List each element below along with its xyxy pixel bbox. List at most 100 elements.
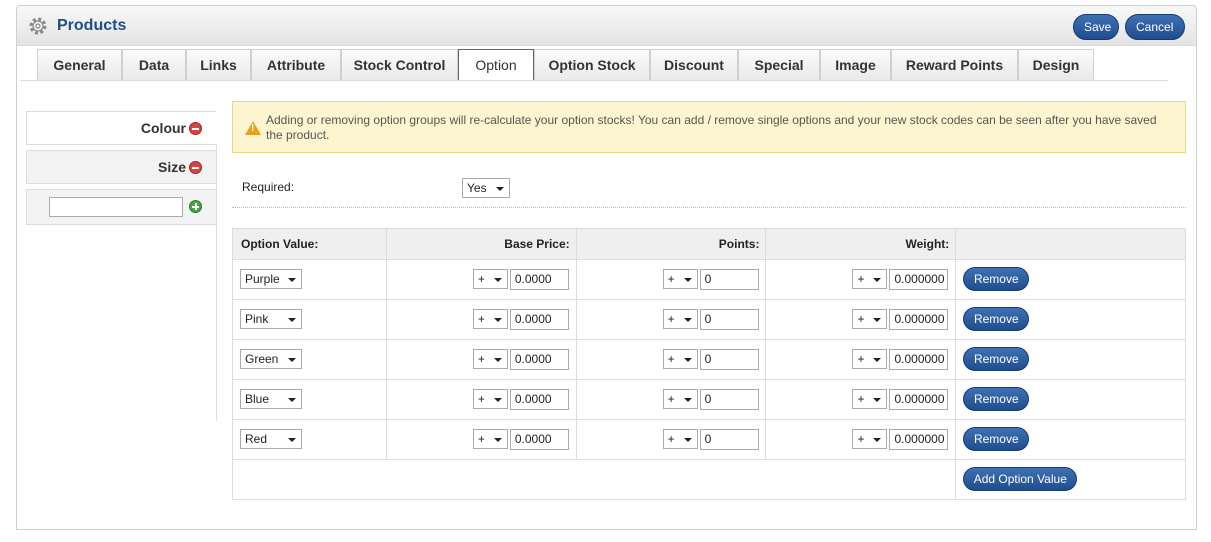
tab-discount[interactable]: Discount bbox=[650, 49, 738, 80]
points-input[interactable]: 0 bbox=[699, 429, 759, 450]
weight-input[interactable]: 0.000000 bbox=[889, 429, 949, 450]
tab-image[interactable]: Image bbox=[820, 49, 891, 80]
price-input[interactable]: 0.0000 bbox=[509, 349, 569, 370]
weight-prefix-text: + bbox=[857, 352, 865, 366]
table-row: Blue +0.0000 +0 +0.000000 Remove bbox=[232, 379, 1186, 420]
tab-general[interactable]: General bbox=[37, 49, 122, 80]
weight-input[interactable]: 0.000000 bbox=[889, 389, 949, 410]
remove-button[interactable]: Remove bbox=[963, 267, 1030, 291]
required-select-value: Yes bbox=[467, 181, 487, 195]
price-input[interactable]: 0.0000 bbox=[509, 429, 569, 450]
panel-header: Products Save Cancel bbox=[17, 6, 1196, 46]
weight-prefix-text: + bbox=[857, 312, 865, 326]
header-option-value: Option Value: bbox=[232, 228, 387, 260]
table-row: Pink +0.0000 +0 +0.000000 Remove bbox=[232, 299, 1186, 340]
price-prefix-text: + bbox=[477, 432, 485, 446]
points-input[interactable]: 0 bbox=[699, 269, 759, 290]
tab-special[interactable]: Special bbox=[738, 49, 820, 80]
weight-prefix-select[interactable]: + bbox=[852, 429, 888, 449]
option-value-select[interactable]: Red bbox=[240, 429, 302, 449]
weight-input[interactable]: 0.000000 bbox=[889, 269, 949, 290]
price-input[interactable]: 0.0000 bbox=[509, 269, 569, 290]
required-select[interactable]: Yes bbox=[462, 178, 510, 198]
remove-button[interactable]: Remove bbox=[963, 387, 1030, 411]
weight-input[interactable]: 0.000000 bbox=[889, 349, 949, 370]
weight-prefix-select[interactable]: + bbox=[852, 269, 888, 289]
option-value-select[interactable]: Purple bbox=[240, 269, 302, 289]
new-option-group-input[interactable] bbox=[49, 197, 183, 217]
points-prefix-text: + bbox=[667, 312, 675, 326]
option-value-select[interactable]: Blue bbox=[240, 389, 302, 409]
price-prefix-text: + bbox=[477, 352, 485, 366]
add-option-value-button[interactable]: Add Option Value bbox=[963, 467, 1078, 491]
points-prefix-select[interactable]: + bbox=[662, 269, 698, 289]
remove-icon[interactable] bbox=[189, 161, 202, 174]
table-row: Green +0.0000 +0 +0.000000 Remove bbox=[232, 339, 1186, 380]
points-prefix-select[interactable]: + bbox=[662, 389, 698, 409]
tab-reward-points[interactable]: Reward Points bbox=[891, 49, 1018, 80]
weight-prefix-select[interactable]: + bbox=[852, 309, 888, 329]
price-prefix-text: + bbox=[477, 312, 485, 326]
gear-icon bbox=[29, 17, 47, 35]
option-group-colour[interactable]: Colour bbox=[26, 111, 217, 145]
remove-button[interactable]: Remove bbox=[963, 347, 1030, 371]
weight-prefix-select[interactable]: + bbox=[852, 389, 888, 409]
option-group-size[interactable]: Size bbox=[26, 150, 217, 184]
points-prefix-select[interactable]: + bbox=[662, 429, 698, 449]
option-value-select[interactable]: Green bbox=[240, 349, 302, 369]
add-icon[interactable] bbox=[189, 200, 202, 213]
chevron-down-icon bbox=[683, 398, 692, 402]
chevron-down-icon bbox=[288, 358, 296, 362]
tab-option[interactable]: Option bbox=[458, 49, 534, 81]
weight-input[interactable]: 0.000000 bbox=[889, 309, 949, 330]
option-value-text: Purple bbox=[245, 272, 280, 286]
warning-icon: ! bbox=[245, 121, 261, 135]
cancel-button[interactable]: Cancel bbox=[1125, 14, 1185, 40]
remove-icon[interactable] bbox=[189, 122, 202, 135]
price-prefix-select[interactable]: + bbox=[472, 389, 508, 409]
required-label: Required: bbox=[242, 180, 295, 194]
chevron-down-icon bbox=[873, 278, 882, 282]
price-input[interactable]: 0.0000 bbox=[509, 389, 569, 410]
weight-prefix-text: + bbox=[857, 272, 865, 286]
chevron-down-icon bbox=[683, 358, 692, 362]
tab-divider bbox=[20, 80, 1168, 81]
tab-option-stock[interactable]: Option Stock bbox=[534, 49, 650, 80]
remove-button[interactable]: Remove bbox=[963, 307, 1030, 331]
points-prefix-select[interactable]: + bbox=[662, 309, 698, 329]
price-input[interactable]: 0.0000 bbox=[509, 309, 569, 330]
chevron-down-icon bbox=[683, 438, 692, 442]
tab-stock-control[interactable]: Stock Control bbox=[341, 49, 458, 80]
chevron-down-icon bbox=[288, 278, 296, 282]
tab-links[interactable]: Links bbox=[186, 49, 251, 80]
tab-data[interactable]: Data bbox=[122, 49, 186, 80]
points-input[interactable]: 0 bbox=[699, 389, 759, 410]
option-group-label: Colour bbox=[140, 120, 186, 136]
chevron-down-icon bbox=[496, 187, 504, 191]
option-value-text: Blue bbox=[245, 392, 270, 406]
price-prefix-select[interactable]: + bbox=[472, 429, 508, 449]
chevron-down-icon bbox=[873, 318, 882, 322]
points-prefix-text: + bbox=[667, 272, 675, 286]
points-input[interactable]: 0 bbox=[699, 349, 759, 370]
chevron-down-icon bbox=[683, 318, 692, 322]
table-row: Purple +0.0000 +0 +0.000000 Remove bbox=[232, 259, 1186, 300]
page-title: Products bbox=[57, 17, 127, 34]
points-input[interactable]: 0 bbox=[699, 309, 759, 330]
points-prefix-select[interactable]: + bbox=[662, 349, 698, 369]
points-prefix-text: + bbox=[667, 432, 675, 446]
save-button[interactable]: Save bbox=[1073, 14, 1119, 40]
price-prefix-select[interactable]: + bbox=[472, 269, 508, 289]
chevron-down-icon bbox=[683, 278, 692, 282]
tab-design[interactable]: Design bbox=[1018, 49, 1094, 80]
price-prefix-select[interactable]: + bbox=[472, 349, 508, 369]
option-value-text: Pink bbox=[245, 312, 269, 326]
weight-prefix-select[interactable]: + bbox=[852, 349, 888, 369]
option-value-select[interactable]: Pink bbox=[240, 309, 302, 329]
option-value-text: Red bbox=[245, 432, 268, 446]
remove-button[interactable]: Remove bbox=[963, 427, 1030, 451]
tab-attribute[interactable]: Attribute bbox=[251, 49, 341, 80]
header-weight: Weight: bbox=[765, 228, 957, 260]
add-option-group-row bbox=[26, 189, 217, 225]
price-prefix-select[interactable]: + bbox=[472, 309, 508, 329]
